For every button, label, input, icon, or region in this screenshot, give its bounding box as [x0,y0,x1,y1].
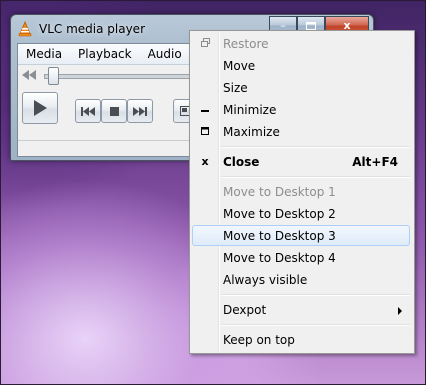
menu-item-keep-on-top[interactable]: Keep on top [192,329,410,350]
maximize-icon [306,21,316,30]
menu-item-move-desktop-2[interactable]: Move to Desktop 2 [192,203,410,224]
menu-item-shortcut: Alt+F4 [352,155,398,169]
submenu-arrow-icon [398,307,402,315]
menu-audio[interactable]: Audio [140,47,190,61]
stop-button[interactable] [101,99,127,123]
menu-item-label: Keep on top [223,333,295,347]
menu-item-move-desktop-3[interactable]: Move to Desktop 3 [192,225,410,246]
menu-item-label: Dexpot [223,303,267,317]
seek-slider-handle[interactable] [48,67,59,85]
play-icon [34,100,47,116]
next-button[interactable] [127,99,153,123]
menu-item-label: Size [223,81,248,95]
menu-item-label: Close [223,155,260,169]
menu-item-maximize[interactable]: Maximize [192,121,410,142]
menu-item-always-visible[interactable]: Always visible [192,269,410,290]
stop-icon [109,106,119,116]
menu-item-label: Move to Desktop 2 [223,207,336,221]
menu-item-label: Maximize [223,125,280,139]
menu-item-label: Move [223,59,256,73]
minimize-icon [198,103,212,117]
menu-item-label: Restore [223,37,269,51]
menu-item-minimize[interactable]: Minimize [192,99,410,120]
vlc-cone-icon [18,21,32,37]
window-context-menu: Restore Move Size Minimize Maximize x Cl… [189,30,415,354]
menu-item-restore[interactable]: Restore [192,33,410,54]
menu-playback[interactable]: Playback [70,47,140,61]
menu-separator [221,146,410,148]
menu-item-label: Move to Desktop 4 [223,251,336,265]
menu-separator [221,294,410,296]
menu-item-label: Move to Desktop 1 [223,185,336,199]
maximize-icon [198,125,212,139]
previous-button[interactable] [75,99,101,123]
close-icon: x [201,155,209,168]
menu-item-size[interactable]: Size [192,77,410,98]
menu-item-label: Always visible [223,273,308,287]
rewind-icon [22,70,36,80]
menu-item-label: Minimize [223,103,277,117]
menu-separator [221,176,410,178]
play-button[interactable] [22,92,58,124]
menu-item-move[interactable]: Move [192,55,410,76]
next-icon [133,106,147,116]
menu-item-move-desktop-1[interactable]: Move to Desktop 1 [192,181,410,202]
window-title: VLC media player [39,22,146,36]
restore-icon [198,37,212,51]
previous-icon [81,106,95,116]
menu-item-close[interactable]: x Close Alt+F4 [192,151,410,172]
menu-item-move-desktop-4[interactable]: Move to Desktop 4 [192,247,410,268]
menu-item-dexpot[interactable]: Dexpot [192,299,410,320]
menu-item-label: Move to Desktop 3 [223,229,336,243]
menu-separator [221,324,410,326]
menu-media[interactable]: Media [18,47,70,61]
